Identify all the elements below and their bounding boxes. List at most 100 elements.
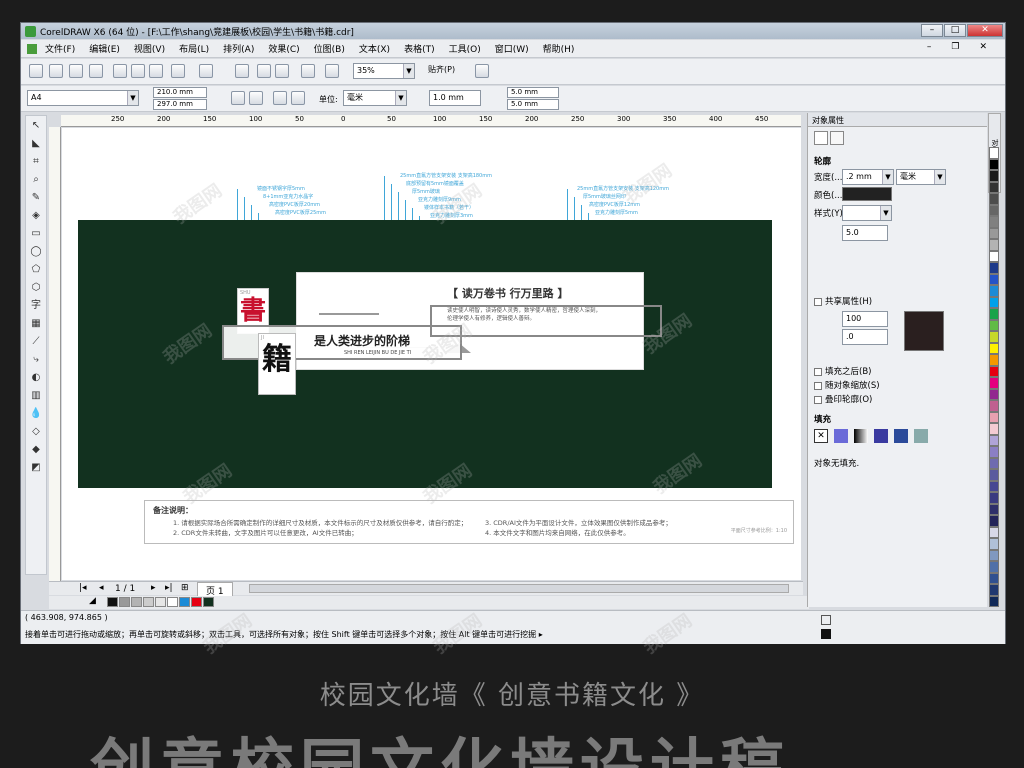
outline-style-select[interactable]: ▼: [842, 205, 892, 221]
current-page-icon[interactable]: [291, 91, 305, 105]
palette-swatch[interactable]: [989, 319, 999, 331]
eyedropper-icon[interactable]: ◢: [89, 596, 96, 606]
palette-swatch[interactable]: [989, 388, 999, 400]
palette-swatch[interactable]: [989, 239, 999, 251]
import-icon[interactable]: [257, 64, 271, 78]
export-icon[interactable]: [275, 64, 289, 78]
fill-indicator-icon[interactable]: [821, 615, 831, 625]
page-height-input[interactable]: 297.0 mm: [153, 99, 207, 110]
minimize-button[interactable]: –: [921, 24, 943, 37]
scale-with-object-checkbox[interactable]: 随对象缩放(S): [814, 379, 880, 391]
palette-swatch[interactable]: [989, 434, 999, 446]
menu-file[interactable]: 文件(F): [45, 42, 75, 55]
palette-swatch[interactable]: [989, 446, 999, 458]
menu-window[interactable]: 窗口(W): [495, 42, 529, 55]
connector-tool-icon[interactable]: ⤷: [28, 352, 44, 368]
doc-restore-button[interactable]: ❐: [951, 42, 959, 52]
zoom-tool-icon[interactable]: ⌕: [28, 172, 44, 188]
landscape-icon[interactable]: [249, 91, 263, 105]
palette-swatch[interactable]: [989, 170, 999, 182]
palette-swatch[interactable]: [989, 365, 999, 377]
menu-help[interactable]: 帮助(H): [543, 42, 575, 55]
ellipse-tool-icon[interactable]: ◯: [28, 244, 44, 260]
palette-swatch[interactable]: [989, 342, 999, 354]
page-size-select[interactable]: A4 ▼: [27, 90, 139, 106]
close-button[interactable]: ✕: [967, 24, 1003, 37]
menu-view[interactable]: 视图(V): [134, 42, 165, 55]
new-icon[interactable]: [29, 64, 43, 78]
next-page-icon[interactable]: ▸: [151, 583, 156, 593]
palette-swatch[interactable]: [989, 492, 999, 504]
palette-swatch[interactable]: [989, 262, 999, 274]
copy-icon[interactable]: [131, 64, 145, 78]
pick-tool-icon[interactable]: ↖: [28, 118, 44, 134]
smart-fill-icon[interactable]: ◈: [28, 208, 44, 224]
fill-tab-icon[interactable]: [830, 131, 844, 145]
last-page-icon[interactable]: ▸|: [165, 583, 173, 593]
palette-swatch[interactable]: [989, 400, 999, 412]
zoom-level-select[interactable]: 35% ▼: [353, 63, 415, 79]
print-icon[interactable]: [89, 64, 103, 78]
share-attributes[interactable]: 共享属性(H): [814, 295, 872, 307]
palette-swatch[interactable]: [989, 561, 999, 573]
add-page-icon[interactable]: ⊞: [181, 583, 189, 593]
fill-tool-icon[interactable]: ◆: [28, 442, 44, 458]
outline-tab-icon[interactable]: [814, 131, 828, 145]
cut-icon[interactable]: [113, 64, 127, 78]
options-icon[interactable]: [475, 64, 489, 78]
horizontal-scrollbar[interactable]: [249, 584, 789, 593]
polygon-tool-icon[interactable]: ⬠: [28, 262, 44, 278]
palette-swatch[interactable]: [989, 216, 999, 228]
palette-swatch[interactable]: [989, 354, 999, 366]
palette-swatch[interactable]: [989, 308, 999, 320]
menu-text[interactable]: 文本(X): [359, 42, 390, 55]
dimension-tool-icon[interactable]: ⟋: [28, 334, 44, 350]
outline-color-swatch[interactable]: [842, 187, 892, 201]
palette-swatch[interactable]: [989, 285, 999, 297]
palette-swatch[interactable]: [989, 526, 999, 538]
redo-icon[interactable]: [199, 64, 213, 78]
freehand-tool-icon[interactable]: ✎: [28, 190, 44, 206]
postscript-fill-icon[interactable]: [914, 429, 928, 443]
palette-swatch[interactable]: [989, 549, 999, 561]
doc-close-button[interactable]: ✕: [979, 42, 987, 52]
duplicate-y-input[interactable]: 5.0 mm: [507, 99, 559, 110]
nudge-distance-input[interactable]: 1.0 mm: [429, 90, 481, 106]
palette-swatch[interactable]: [989, 204, 999, 216]
palette-swatch[interactable]: [989, 423, 999, 435]
palette-swatch[interactable]: [989, 227, 999, 239]
search-content-icon[interactable]: [235, 64, 249, 78]
palette-swatch[interactable]: [989, 158, 999, 170]
pattern-fill-icon[interactable]: [874, 429, 888, 443]
menu-tools[interactable]: 工具(O): [449, 42, 481, 55]
menu-edit[interactable]: 编辑(E): [89, 42, 120, 55]
units-select[interactable]: 毫米 ▼: [343, 90, 407, 106]
application-launcher-icon[interactable]: [301, 64, 315, 78]
save-icon[interactable]: [69, 64, 83, 78]
overprint-outline-checkbox[interactable]: 叠印轮廓(O): [814, 393, 872, 405]
drawing-canvas[interactable]: 镜面不锈钢字厚5mm 8+1mm亚克力水晶字 高密度PVC板厚20mm 高密度PVC板…: [62, 128, 801, 580]
palette-swatch[interactable]: [989, 181, 999, 193]
welcome-screen-icon[interactable]: [325, 64, 339, 78]
palette-swatch[interactable]: [989, 147, 999, 159]
snap-to-menu[interactable]: 贴齐(P): [425, 63, 473, 79]
page-width-input[interactable]: 210.0 mm: [153, 87, 207, 98]
fill-behind-checkbox[interactable]: 填充之后(B): [814, 365, 871, 377]
texture-fill-icon[interactable]: [894, 429, 908, 443]
outline-tool-icon[interactable]: ◇: [28, 424, 44, 440]
document-color-swatch[interactable]: [107, 597, 118, 607]
palette-swatch[interactable]: [989, 595, 999, 607]
document-color-swatch[interactable]: [203, 597, 214, 607]
stretch-input[interactable]: 100: [842, 311, 888, 327]
table-tool-icon[interactable]: ▦: [28, 316, 44, 332]
document-color-swatch[interactable]: [191, 597, 202, 607]
outline-indicator-icon[interactable]: [821, 629, 831, 639]
portrait-icon[interactable]: [231, 91, 245, 105]
palette-swatch[interactable]: [989, 584, 999, 596]
palette-swatch[interactable]: [989, 411, 999, 423]
palette-swatch[interactable]: [989, 331, 999, 343]
palette-swatch[interactable]: [989, 377, 999, 389]
fountain-fill-icon[interactable]: [854, 429, 868, 443]
open-icon[interactable]: [49, 64, 63, 78]
document-color-swatch[interactable]: [179, 597, 190, 607]
